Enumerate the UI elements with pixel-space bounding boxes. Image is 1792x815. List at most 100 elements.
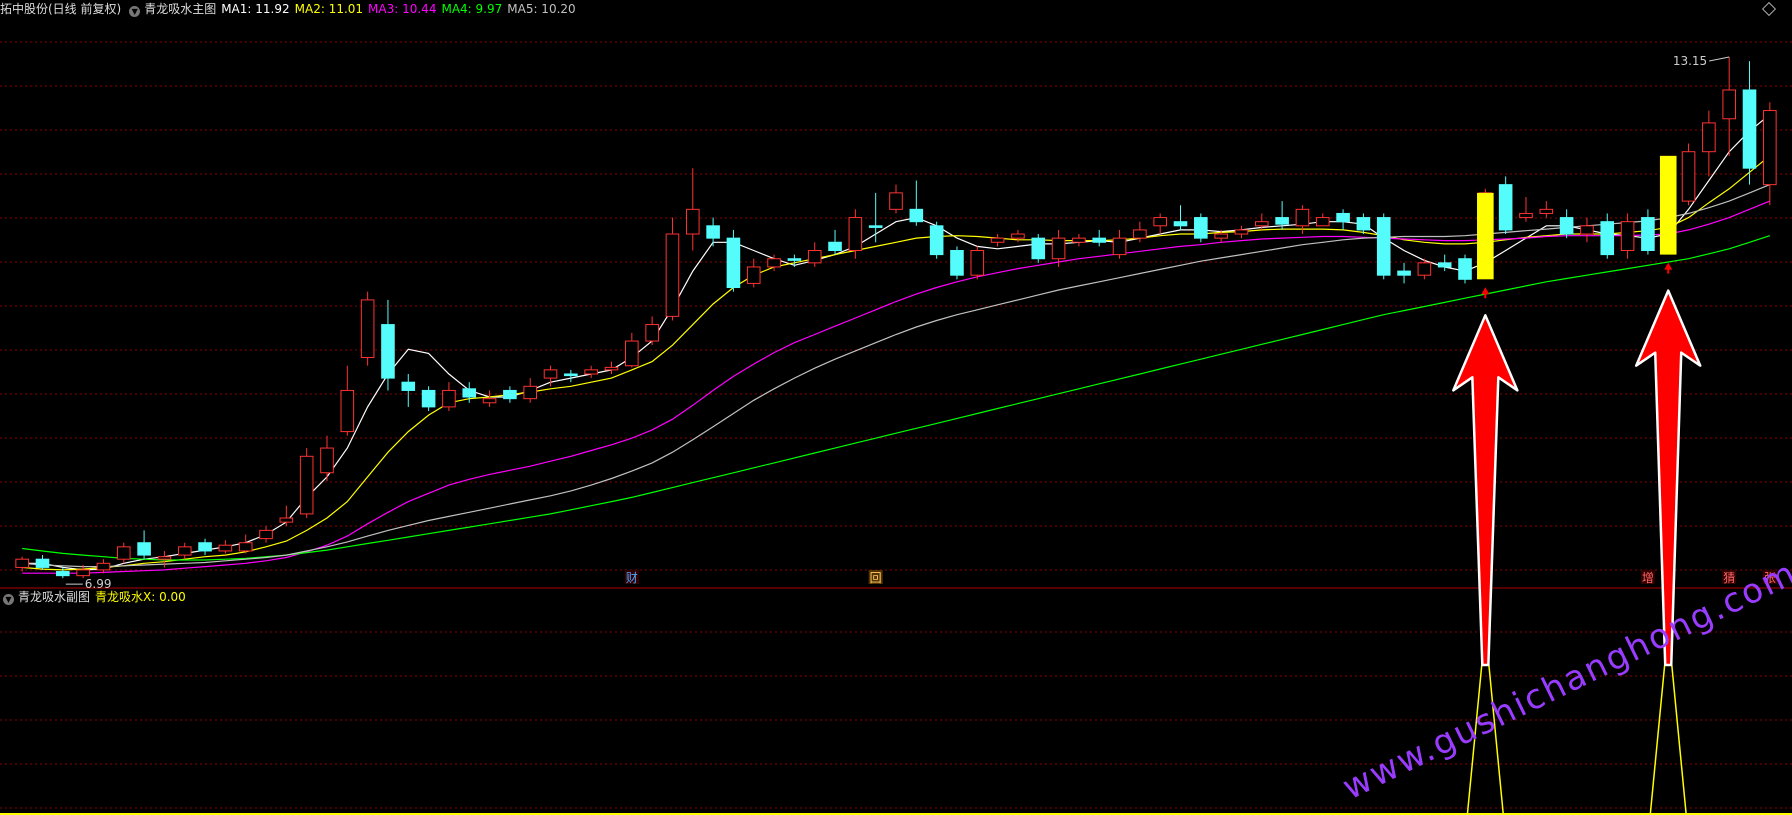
candle-up [238,542,253,552]
candle-up [1702,122,1716,153]
event-marker: 增 [1642,571,1654,585]
candle-up [767,258,781,268]
candle-down [35,558,50,568]
max-price-pointer [1709,56,1730,62]
candle-down [1336,212,1350,223]
candle-down [1092,237,1107,243]
candle-up [848,217,863,251]
candle-up [625,340,639,367]
candle-down [909,208,924,223]
candle-up [76,569,90,577]
candle-up [360,299,375,359]
candle-down [1559,217,1574,235]
ma5-value: MA5: 10.20 [507,2,576,16]
candle-down [1356,217,1371,231]
candle-up [1417,262,1432,276]
big-red-arrow-icon [1452,314,1519,667]
candle-up [1214,233,1228,239]
candle-down [1376,217,1391,276]
candle-down [1742,89,1757,169]
candle-up [1295,208,1310,227]
candle-down [1194,217,1208,239]
candle-down [401,381,416,391]
event-marker: 财 [626,571,638,585]
candle-up [1763,110,1777,186]
sub-chart-header: ▼ 青龙吸水副图 青龙吸水X: 0.00 [0,588,191,606]
candle-up [1072,237,1086,243]
candle-up [1681,151,1696,202]
ma1-value: MA1: 11.92 [221,2,290,16]
candle-up [1153,217,1167,227]
candle-down [726,237,741,289]
candle-up [746,266,761,284]
candle-up [482,398,497,404]
ma2-value: MA2: 11.01 [294,2,364,16]
candle-up [279,517,294,523]
candle-up [584,369,598,375]
candle-up [1315,217,1330,227]
signal-bar [1659,155,1677,255]
candle-down [421,389,436,408]
watermark: www.gushichanghong.com [1336,553,1792,808]
candle-up [543,369,558,379]
candle-down [828,241,842,251]
candle-down [929,225,944,256]
ma4-value: MA4: 9.97 [441,2,503,16]
max-price-label: 13.15 [1673,54,1707,68]
candle-down [1641,217,1655,251]
candle-down [1275,217,1289,225]
candle-down [1600,221,1615,256]
small-up-arrow-icon [1481,287,1490,299]
ma-line-ma3 [22,200,1771,574]
small-up-arrow-icon [1664,262,1673,274]
candle-up [177,546,192,556]
candle-up [218,544,233,552]
candle-up [1580,225,1594,235]
candle-up [320,447,334,474]
candle-up [1539,208,1554,214]
sub-indicator-value: 青龙吸水X: 0.00 [95,590,186,604]
candle-down [1498,184,1513,231]
candle-up [1011,233,1025,239]
candle-up [96,562,111,571]
candle-up [1620,221,1635,251]
candle-up [665,233,680,317]
candle-down [1397,270,1411,276]
candle-up [1112,237,1127,256]
sub-indicator-dropdown-icon[interactable]: ▼ [3,594,14,605]
candle-down [564,373,578,377]
candle-down [706,225,720,239]
candle-up [1722,89,1736,120]
candle-up [889,192,903,210]
sub-indicator-name[interactable]: 青龙吸水副图 [18,590,90,604]
candle-down [868,225,883,228]
candle-up [259,529,273,540]
candle-down [503,389,517,400]
ma-line-ma1 [22,114,1771,571]
candle-up [970,249,985,276]
candle-up [442,389,456,408]
event-marker: 回 [870,571,882,585]
stock-title[interactable]: 拓中股份(日线 前复权) [0,2,121,16]
signal-bar [1477,192,1494,280]
candle-down [1458,258,1472,280]
candle-up [685,208,700,235]
candle-up [645,324,659,342]
candle-up [1051,237,1066,260]
candle-up [116,546,131,560]
candle-down [137,542,151,556]
candle-down [1031,237,1046,260]
candle-up [340,389,355,433]
chart-canvas[interactable]: 13.156.99 财回增猜张www.gushichanghong.com [0,0,1792,815]
candle-down [950,249,964,276]
candle-up [1133,229,1147,239]
candle-up [807,249,822,264]
candle-down [198,542,212,552]
main-indicator-name[interactable]: 青龙吸水主图 [144,2,216,16]
candle-up [157,556,172,560]
indicator-dropdown-icon[interactable]: ▼ [129,6,141,17]
candle-up [1254,221,1269,227]
candle-down [56,571,70,577]
candle-down [381,324,395,379]
candle-up [604,366,619,371]
